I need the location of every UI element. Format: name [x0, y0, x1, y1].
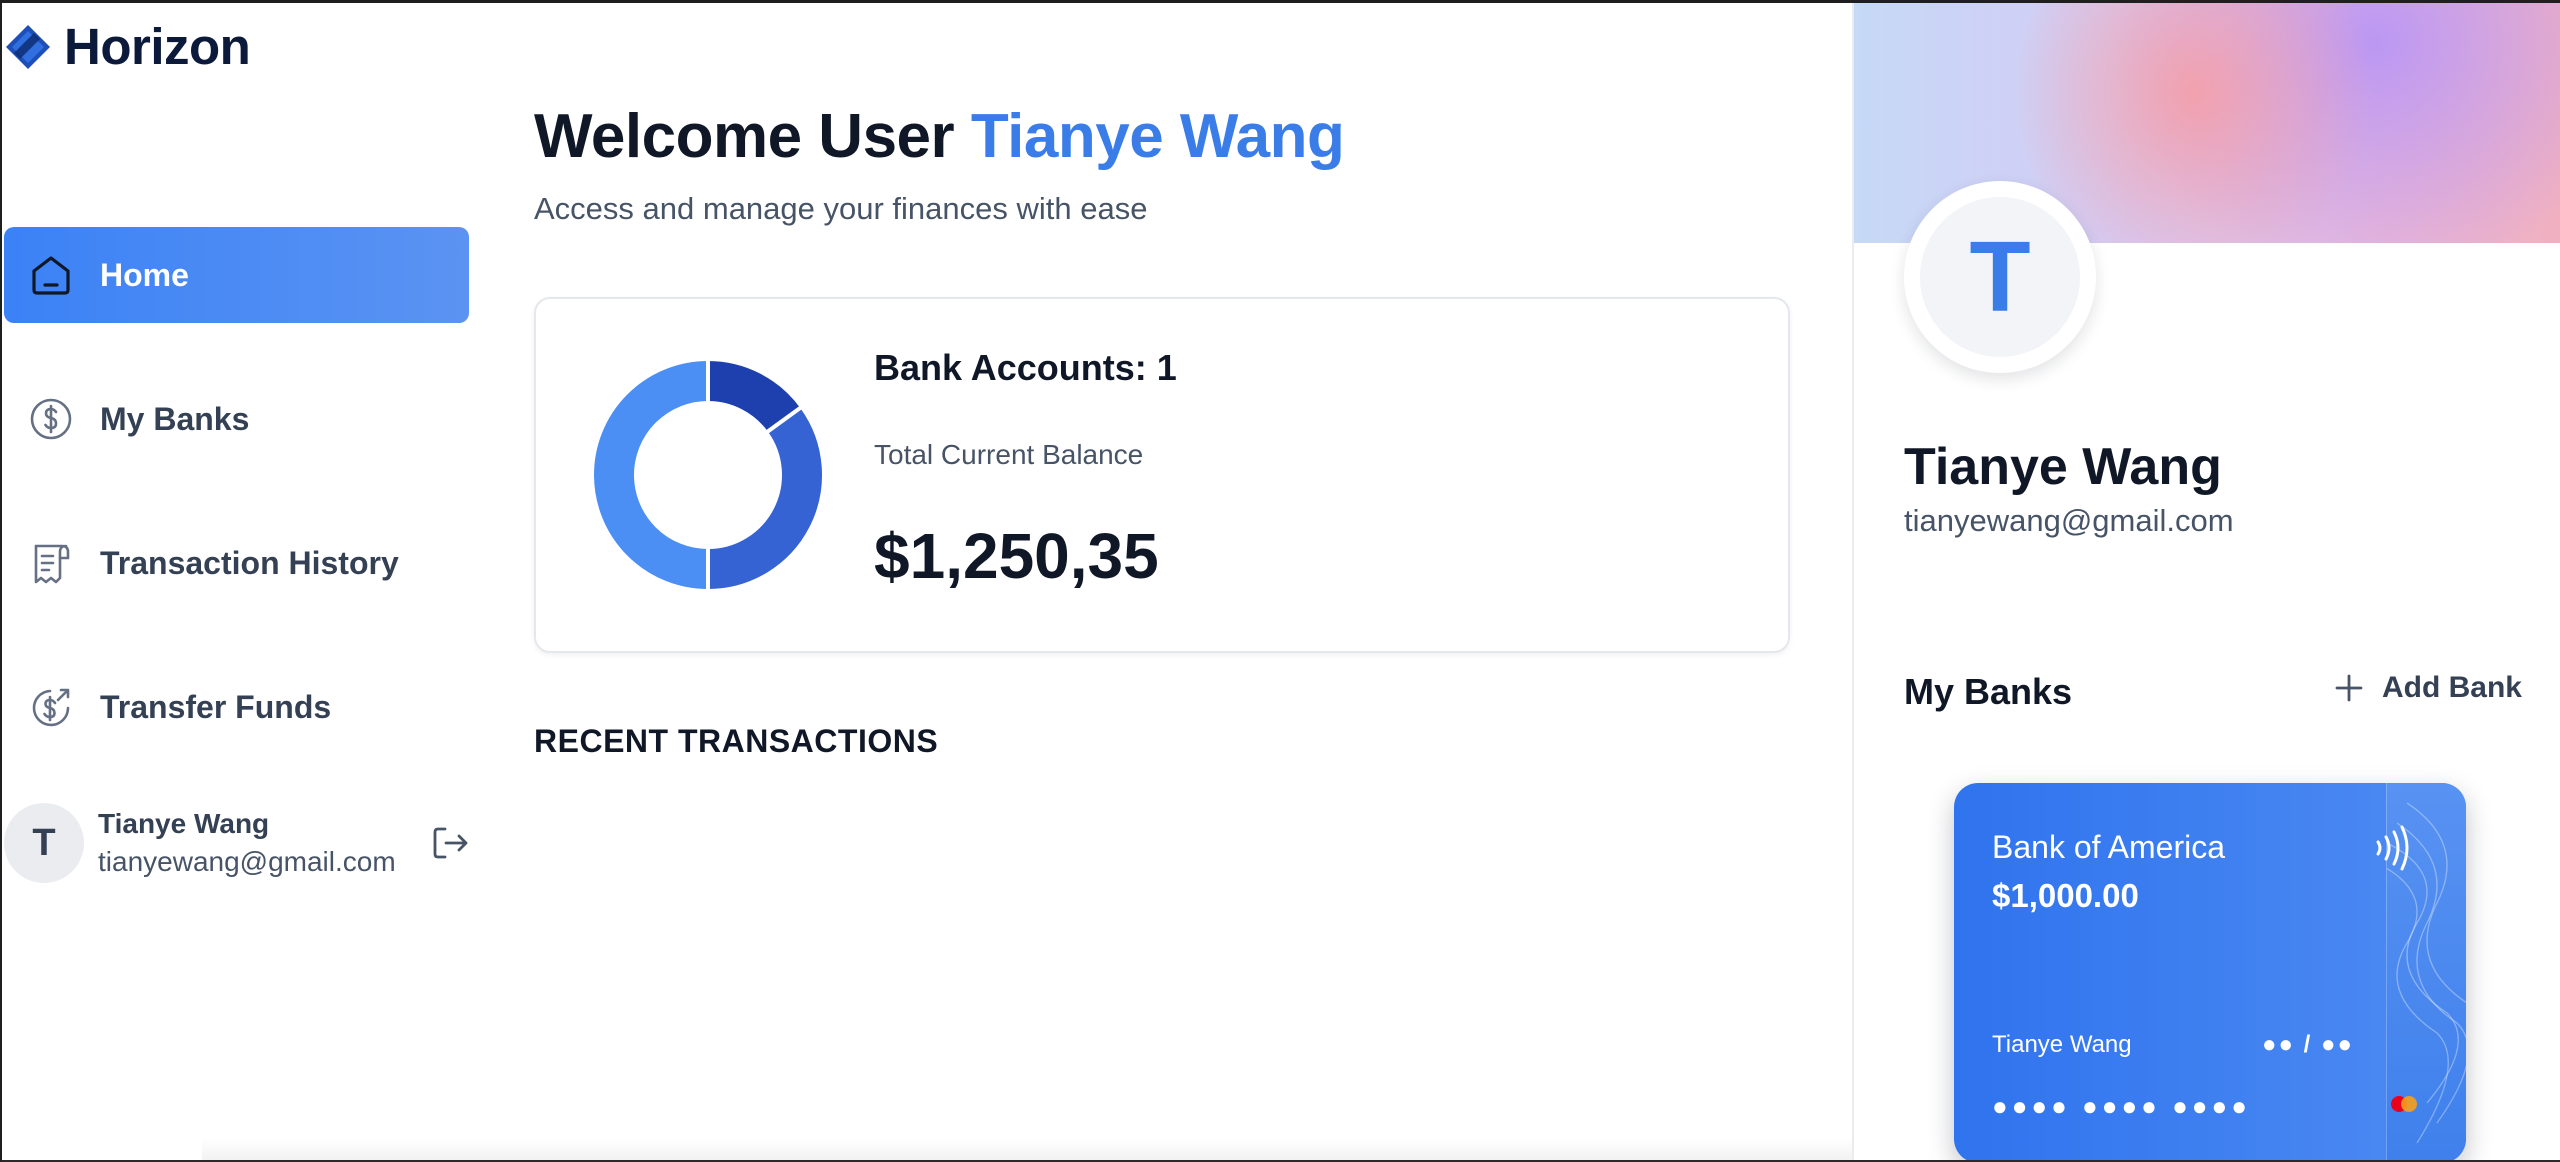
profile-email: tianyewang@gmail.com [1904, 503, 2234, 538]
total-balance-card: Bank Accounts: 1 Total Current Balance $… [534, 297, 1790, 653]
logo[interactable]: Horizon [4, 17, 251, 76]
add-bank-label: Add Bank [2381, 671, 2522, 704]
app-window: Horizon Home My Banks Transaction Histor… [0, 0, 2560, 1162]
sidebar-item-label: Transaction History [100, 544, 399, 581]
card-balance: $1,000.00 [1992, 877, 2139, 914]
app-name: Horizon [64, 18, 251, 75]
avatar: T [4, 803, 84, 883]
recent-transactions-title: RECENT TRANSACTIONS [534, 723, 939, 759]
sidebar: Horizon Home My Banks Transaction Histor… [2, 3, 472, 1160]
sidebar-user-name: Tianye Wang [98, 808, 270, 839]
balance-donut-chart [590, 356, 826, 594]
total-balance-label: Total Current Balance [874, 439, 1144, 470]
sidebar-item-label: Home [100, 256, 189, 293]
dollar-circle-icon [28, 396, 74, 442]
bottom-shadow [202, 1138, 1852, 1160]
sidebar-item-home[interactable]: Home [4, 227, 469, 323]
plus-icon [2335, 674, 2363, 702]
main-content: Welcome User Tianye Wang Access and mana… [472, 3, 1852, 1160]
bank-card[interactable]: Bank of America $1,000.00 Tianye Wang ●●… [1954, 783, 2466, 1160]
profile-avatar: T [1920, 197, 2080, 357]
donut-slice-2 [706, 404, 826, 594]
contactless-icon [2376, 825, 2409, 871]
receipt-icon [28, 540, 74, 586]
card-expiry: ●● / ●● [2262, 1031, 2354, 1058]
right-sidebar: T Tianye Wang tianyewang@gmail.com My Ba… [1852, 3, 2560, 1160]
card-number: ●●●● ●●●● ●●●● [1992, 1091, 2251, 1121]
card-holder-name: Tianye Wang [1992, 1031, 2132, 1058]
sidebar-item-transaction-history[interactable]: Transaction History [4, 515, 469, 611]
money-send-icon [28, 684, 74, 730]
profile-name: Tianye Wang [1904, 438, 2222, 496]
sidebar-user-email: tianyewang@gmail.com [98, 846, 396, 877]
donut-slice-3 [590, 356, 710, 594]
home-icon [28, 252, 74, 298]
page-subtitle: Access and manage your finances with eas… [534, 191, 1148, 226]
bank-accounts-count: Bank Accounts: 1 [874, 347, 1177, 389]
my-banks-title: My Banks [1904, 671, 2073, 712]
sidebar-item-label: My Banks [100, 400, 250, 437]
bank-accounts-label: Bank Accounts: [874, 347, 1147, 388]
sidebar-user-info: Tianye Wang tianyewang@gmail.com [98, 808, 396, 878]
sidebar-item-transfer-funds[interactable]: Transfer Funds [4, 659, 469, 755]
profile-avatar-frame: T [1904, 181, 2096, 373]
bank-accounts-value: 1 [1156, 347, 1177, 388]
sidebar-item-label: Transfer Funds [100, 688, 332, 725]
logout-icon[interactable] [428, 821, 472, 865]
sidebar-item-my-banks[interactable]: My Banks [4, 371, 469, 467]
page-title: Welcome User Tianye Wang [534, 101, 1345, 172]
sidebar-user: T Tianye Wang tianyewang@gmail.com [4, 801, 472, 885]
add-bank-button[interactable]: Add Bank [2332, 671, 2522, 705]
horizon-logo-icon [6, 24, 50, 69]
mastercard-icon [2391, 1096, 2417, 1112]
total-balance-amount: $1,250,35 [874, 520, 1159, 592]
card-bank-name: Bank of America [1992, 829, 2225, 865]
greeting-text: Welcome User [534, 102, 955, 171]
greeting-user-name: Tianye Wang [970, 102, 1345, 171]
